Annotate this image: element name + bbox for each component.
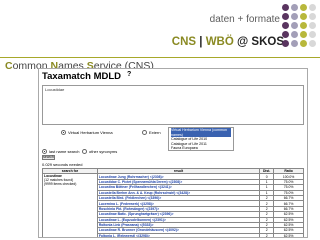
logo-dot: [282, 4, 289, 11]
header-divider: [0, 57, 320, 58]
items-checked: (9999 items checked): [44, 182, 77, 187]
brand-separator: |: [196, 36, 206, 48]
dot-grid-logo: [282, 4, 318, 48]
logo-dot: [300, 22, 307, 29]
search-term-cell: Locustinae (12 matches found) (9999 items …: [42, 173, 98, 237]
brand-at: @: [233, 36, 252, 48]
logo-dot: [282, 13, 289, 20]
result-ratio: 62.5%: [273, 232, 304, 237]
radio-other-synonyms[interactable]: [82, 149, 87, 154]
logo-dot: [309, 4, 316, 11]
logo-dot: [300, 13, 307, 20]
radio-extern[interactable]: [142, 130, 147, 135]
logo-dot: [309, 31, 316, 38]
brand-skos: SKOS: [251, 36, 284, 48]
radio-virtual-herbarium[interactable]: [61, 130, 66, 135]
logo-dot: [291, 22, 298, 29]
radio-extern-label: Extern: [149, 130, 161, 135]
search-button[interactable]: search: [42, 155, 55, 160]
timing-text: 0.029 seconds needed: [42, 162, 83, 167]
logo-dot: [300, 4, 307, 11]
radio-other-synonyms-label: other synonyms: [89, 149, 118, 154]
logo-dot: [291, 31, 298, 38]
app-title: Taxamatch MDLD: [42, 71, 122, 82]
radio-last-name-label: last name search: [49, 149, 80, 154]
logo-dot: [309, 13, 316, 20]
logo-dot: [282, 22, 289, 29]
result-name[interactable]: Foltonia L. (Relewerst) <(3298)>: [96, 232, 261, 237]
logo-dot: [300, 40, 307, 47]
logo-dot: [309, 22, 316, 29]
slide-title-c: C: [5, 60, 13, 72]
logo-dot: [309, 40, 316, 47]
database-option[interactable]: Virtual Herbarium Vienna (common names): [171, 128, 231, 138]
brand-title: CNS | WBÖ @ SKOS: [160, 36, 284, 48]
help-link[interactable]: ?: [127, 71, 131, 78]
radio-virtual-herbarium-label: Virtual Herbarium Vienna: [68, 130, 113, 135]
logo-dot: [282, 40, 289, 47]
taxamatch-screenshot: Taxamatch MDLD ? Locustidae Virtual Herb…: [38, 68, 308, 238]
logo-dot: [291, 40, 298, 47]
radio-last-name[interactable]: [42, 149, 47, 154]
logo-dot: [291, 13, 298, 20]
brand-tagline: daten + formate: [209, 14, 280, 25]
logo-dot: [300, 31, 307, 38]
brand-wbo: WBÖ: [205, 36, 234, 48]
brand-cns: CNS: [171, 36, 197, 48]
query-textarea[interactable]: Locustidae: [42, 85, 304, 125]
database-listbox[interactable]: Virtual Herbarium Vienna (common names) C…: [168, 127, 234, 151]
logo-dot: [282, 31, 289, 38]
result-distance: 2: [259, 232, 275, 237]
logo-dot: [291, 4, 298, 11]
results-table: search for result Dist. Ratio Locustinae…: [42, 167, 304, 237]
